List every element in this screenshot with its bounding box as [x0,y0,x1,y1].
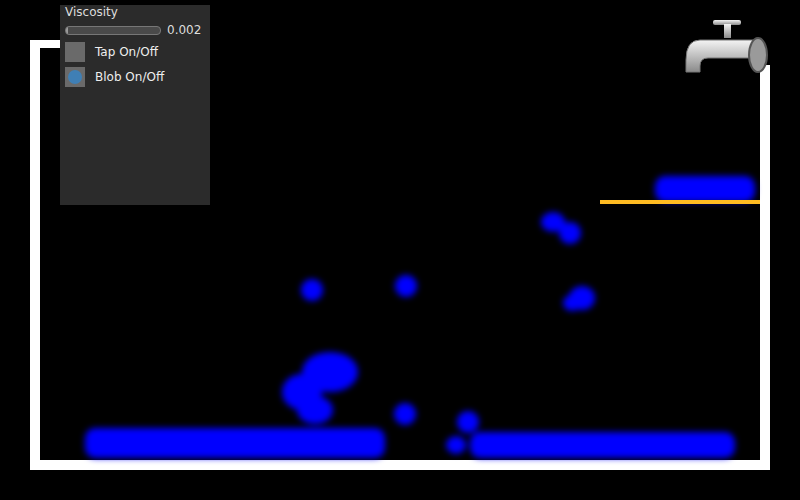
viscosity-row: 0.002 [65,23,205,37]
toggle-label: Blob On/Off [95,70,164,84]
toggle-checkbox[interactable] [65,67,85,87]
checked-dot-icon [68,70,82,84]
viscosity-label: Viscosity [65,5,205,19]
viscosity-value: 0.002 [167,23,201,37]
control-panel: Viscosity 0.002 Tap On/Off Blob On/Off [60,5,210,205]
simulation-stage: Viscosity 0.002 Tap On/Off Blob On/Off [0,0,800,500]
toggle-row[interactable]: Tap On/Off [65,42,205,62]
toggle-label: Tap On/Off [95,45,158,59]
ledge [600,200,760,204]
toggle-row[interactable]: Blob On/Off [65,67,205,87]
viscosity-slider[interactable] [65,26,161,35]
tap-icon[interactable] [686,20,767,72]
fluid [85,176,755,458]
toggle-checkbox[interactable] [65,42,85,62]
